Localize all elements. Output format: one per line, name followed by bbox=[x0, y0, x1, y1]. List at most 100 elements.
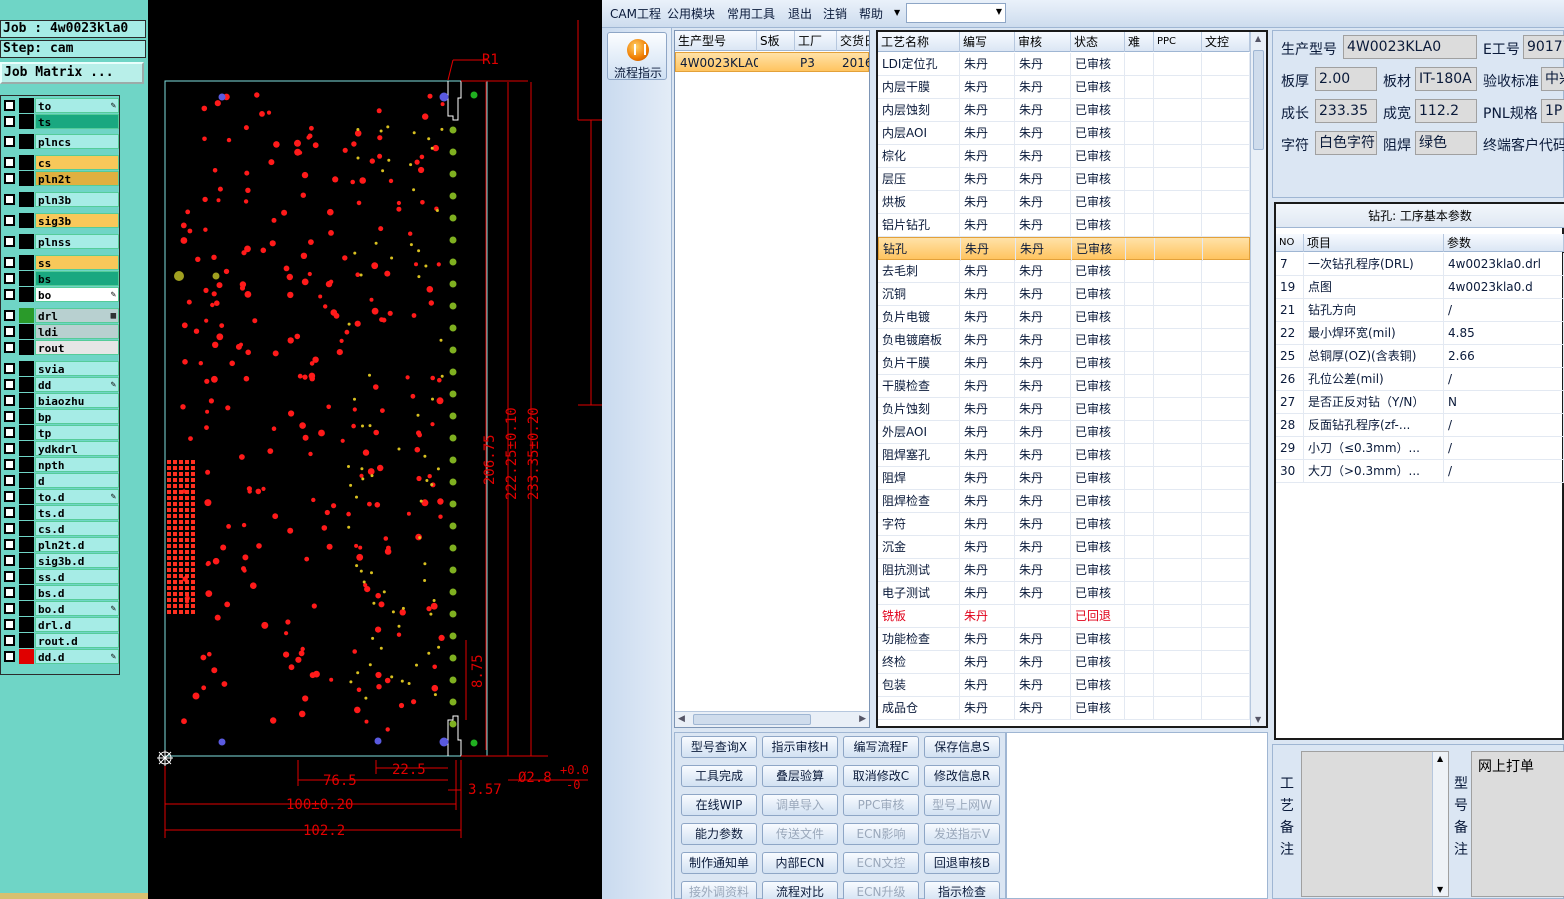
layer-color-swatch[interactable] bbox=[19, 505, 34, 520]
process-remark-textarea[interactable]: ▲ ▼ bbox=[1301, 751, 1449, 897]
model-remark-textarea[interactable]: 网上打单 bbox=[1471, 751, 1564, 897]
layer-name[interactable]: drl.d bbox=[35, 617, 119, 632]
layer-checkbox[interactable] bbox=[4, 173, 15, 184]
layer-color-swatch[interactable] bbox=[19, 213, 34, 228]
material-field[interactable]: IT-180A bbox=[1415, 67, 1477, 91]
layer-color-swatch[interactable] bbox=[19, 114, 34, 129]
layer-row-cs-d[interactable]: cs.d bbox=[2, 521, 119, 536]
action-button-2-2[interactable]: PPC审核 bbox=[843, 794, 919, 816]
table-row[interactable]: 内层蚀刻 朱丹 朱丹 已审核 bbox=[878, 99, 1250, 122]
table-row[interactable]: 21 钻孔方向 / bbox=[1276, 299, 1564, 322]
layer-name[interactable]: svia bbox=[35, 361, 119, 376]
layer-name[interactable]: rout bbox=[35, 340, 119, 355]
layer-checkbox[interactable] bbox=[4, 157, 15, 168]
layer-name[interactable]: ldi bbox=[35, 324, 119, 339]
layer-checkbox[interactable] bbox=[4, 411, 15, 422]
layer-color-swatch[interactable] bbox=[19, 409, 34, 424]
table-row[interactable]: 铣板 朱丹 已回退 bbox=[878, 605, 1250, 628]
layer-row-ldi[interactable]: ldi bbox=[2, 324, 119, 339]
table-row[interactable]: 干膜检查 朱丹 朱丹 已审核 bbox=[878, 375, 1250, 398]
action-button-5-1[interactable]: 流程对比 bbox=[762, 881, 838, 899]
col-header-value[interactable]: 参数 bbox=[1444, 234, 1564, 252]
layer-color-swatch[interactable] bbox=[19, 98, 34, 113]
action-button-5-2[interactable]: ECN升级 bbox=[843, 881, 919, 899]
layer-row-sig3b-d[interactable]: sig3b.d bbox=[2, 553, 119, 568]
layer-color-swatch[interactable] bbox=[19, 377, 34, 392]
layer-checkbox[interactable] bbox=[4, 603, 15, 614]
layer-row-ss-d[interactable]: ss.d bbox=[2, 569, 119, 584]
layer-name[interactable]: ts.d bbox=[35, 505, 119, 520]
action-button-0-3[interactable]: 保存信息S bbox=[924, 736, 1000, 758]
action-button-4-2[interactable]: ECN文控 bbox=[843, 852, 919, 874]
layer-checkbox[interactable] bbox=[4, 651, 15, 662]
layer-row-bo[interactable]: bo ✎ bbox=[2, 287, 119, 302]
layer-checkbox[interactable] bbox=[4, 379, 15, 390]
layer-checkbox[interactable] bbox=[4, 310, 15, 321]
process-grid-scrollbar[interactable]: ▲ ▼ bbox=[1250, 32, 1266, 726]
action-button-3-3[interactable]: 发送指示V bbox=[924, 823, 1000, 845]
col-header-process[interactable]: 工艺名称 bbox=[878, 32, 960, 52]
layer-color-swatch[interactable] bbox=[19, 489, 34, 504]
table-row[interactable]: 沉金 朱丹 朱丹 已审核 bbox=[878, 536, 1250, 559]
layer-color-swatch[interactable] bbox=[19, 171, 34, 186]
layer-name[interactable]: plncs bbox=[35, 134, 119, 149]
width-field[interactable]: 112.2 bbox=[1415, 99, 1477, 123]
layer-checkbox[interactable] bbox=[4, 523, 15, 534]
layer-color-swatch[interactable] bbox=[19, 441, 34, 456]
action-button-4-3[interactable]: 回退审核B bbox=[924, 852, 1000, 874]
col-header-writer[interactable]: 编写 bbox=[960, 32, 1015, 52]
table-row[interactable]: 阻焊检查 朱丹 朱丹 已审核 bbox=[878, 490, 1250, 513]
action-button-4-1[interactable]: 内部ECN bbox=[762, 852, 838, 874]
layer-row-sig3b[interactable]: sig3b bbox=[2, 213, 119, 228]
layer-row-ts[interactable]: ts bbox=[2, 114, 119, 129]
layer-row-dd-d[interactable]: dd.d ✎ bbox=[2, 649, 119, 664]
scroll-down-icon[interactable]: ▼ bbox=[1255, 715, 1261, 724]
layer-row-pln2t[interactable]: pln2t bbox=[2, 171, 119, 186]
pnl-field[interactable]: 1P: bbox=[1541, 99, 1564, 123]
table-row[interactable]: 内层干膜 朱丹 朱丹 已审核 bbox=[878, 76, 1250, 99]
layer-color-swatch[interactable] bbox=[19, 192, 34, 207]
table-row[interactable]: 内层AOI 朱丹 朱丹 已审核 bbox=[878, 122, 1250, 145]
layer-row-bs[interactable]: bs bbox=[2, 271, 119, 286]
layer-checkbox[interactable] bbox=[4, 215, 15, 226]
menu-tools[interactable]: 常用工具 bbox=[727, 5, 775, 22]
layer-checkbox[interactable] bbox=[4, 273, 15, 284]
remark-scrollbar[interactable]: ▲ ▼ bbox=[1432, 752, 1448, 896]
col-header-ppc[interactable]: PPC bbox=[1154, 32, 1202, 52]
layer-row-ydkdrl[interactable]: ydkdrl bbox=[2, 441, 119, 456]
table-row[interactable]: 26 孔位公差(mil) / bbox=[1276, 368, 1564, 391]
layer-row-tp[interactable]: tp bbox=[2, 425, 119, 440]
layer-name[interactable]: npth bbox=[35, 457, 119, 472]
table-row[interactable]: 22 最小焊环宽(mil) 4.85 bbox=[1276, 322, 1564, 345]
layer-checkbox[interactable] bbox=[4, 342, 15, 353]
layer-checkbox[interactable] bbox=[4, 443, 15, 454]
layer-name[interactable]: rout.d bbox=[35, 633, 119, 648]
length-field[interactable]: 233.35 bbox=[1315, 99, 1377, 123]
layer-row-pln3b[interactable]: pln3b bbox=[2, 192, 119, 207]
col-header-item[interactable]: 项目 bbox=[1304, 234, 1444, 252]
table-row[interactable]: 电子测试 朱丹 朱丹 已审核 bbox=[878, 582, 1250, 605]
table-row[interactable]: 字符 朱丹 朱丹 已审核 bbox=[878, 513, 1250, 536]
table-row[interactable]: 30 大刀（>0.3mm）... / bbox=[1276, 460, 1564, 483]
flow-indicator-button[interactable]: 流程指示 bbox=[607, 32, 667, 80]
layer-row-plncs[interactable]: plncs bbox=[2, 134, 119, 149]
layer-color-swatch[interactable] bbox=[19, 324, 34, 339]
job-matrix-button[interactable]: Job Matrix ... bbox=[0, 62, 144, 84]
layer-checkbox[interactable] bbox=[4, 475, 15, 486]
layer-checkbox[interactable] bbox=[4, 459, 15, 470]
cad-graphics-view[interactable]: R1 76.5 22.5 100±0.20 102.2 3.57 Ø2.8 +0… bbox=[148, 0, 602, 899]
layer-name[interactable]: tp bbox=[35, 425, 119, 440]
layer-row-dd[interactable]: dd ✎ bbox=[2, 377, 119, 392]
layer-name[interactable]: ts bbox=[35, 114, 119, 129]
layer-name[interactable]: plnss bbox=[35, 234, 119, 249]
layer-row-rout-d[interactable]: rout.d bbox=[2, 633, 119, 648]
standard-field[interactable]: 中兴 bbox=[1541, 67, 1564, 91]
table-row[interactable]: 烘板 朱丹 朱丹 已审核 bbox=[878, 191, 1250, 214]
layer-checkbox[interactable] bbox=[4, 555, 15, 566]
table-row[interactable]: 成品仓 朱丹 朱丹 已审核 bbox=[878, 697, 1250, 720]
col-header-delivery[interactable]: 交货日 bbox=[837, 31, 869, 51]
table-row[interactable]: 负电镀磨板 朱丹 朱丹 已审核 bbox=[878, 329, 1250, 352]
layer-color-swatch[interactable] bbox=[19, 393, 34, 408]
table-row[interactable]: 终检 朱丹 朱丹 已审核 bbox=[878, 651, 1250, 674]
table-row[interactable]: 4W0023KLA0 P3 2016/ bbox=[675, 52, 869, 72]
